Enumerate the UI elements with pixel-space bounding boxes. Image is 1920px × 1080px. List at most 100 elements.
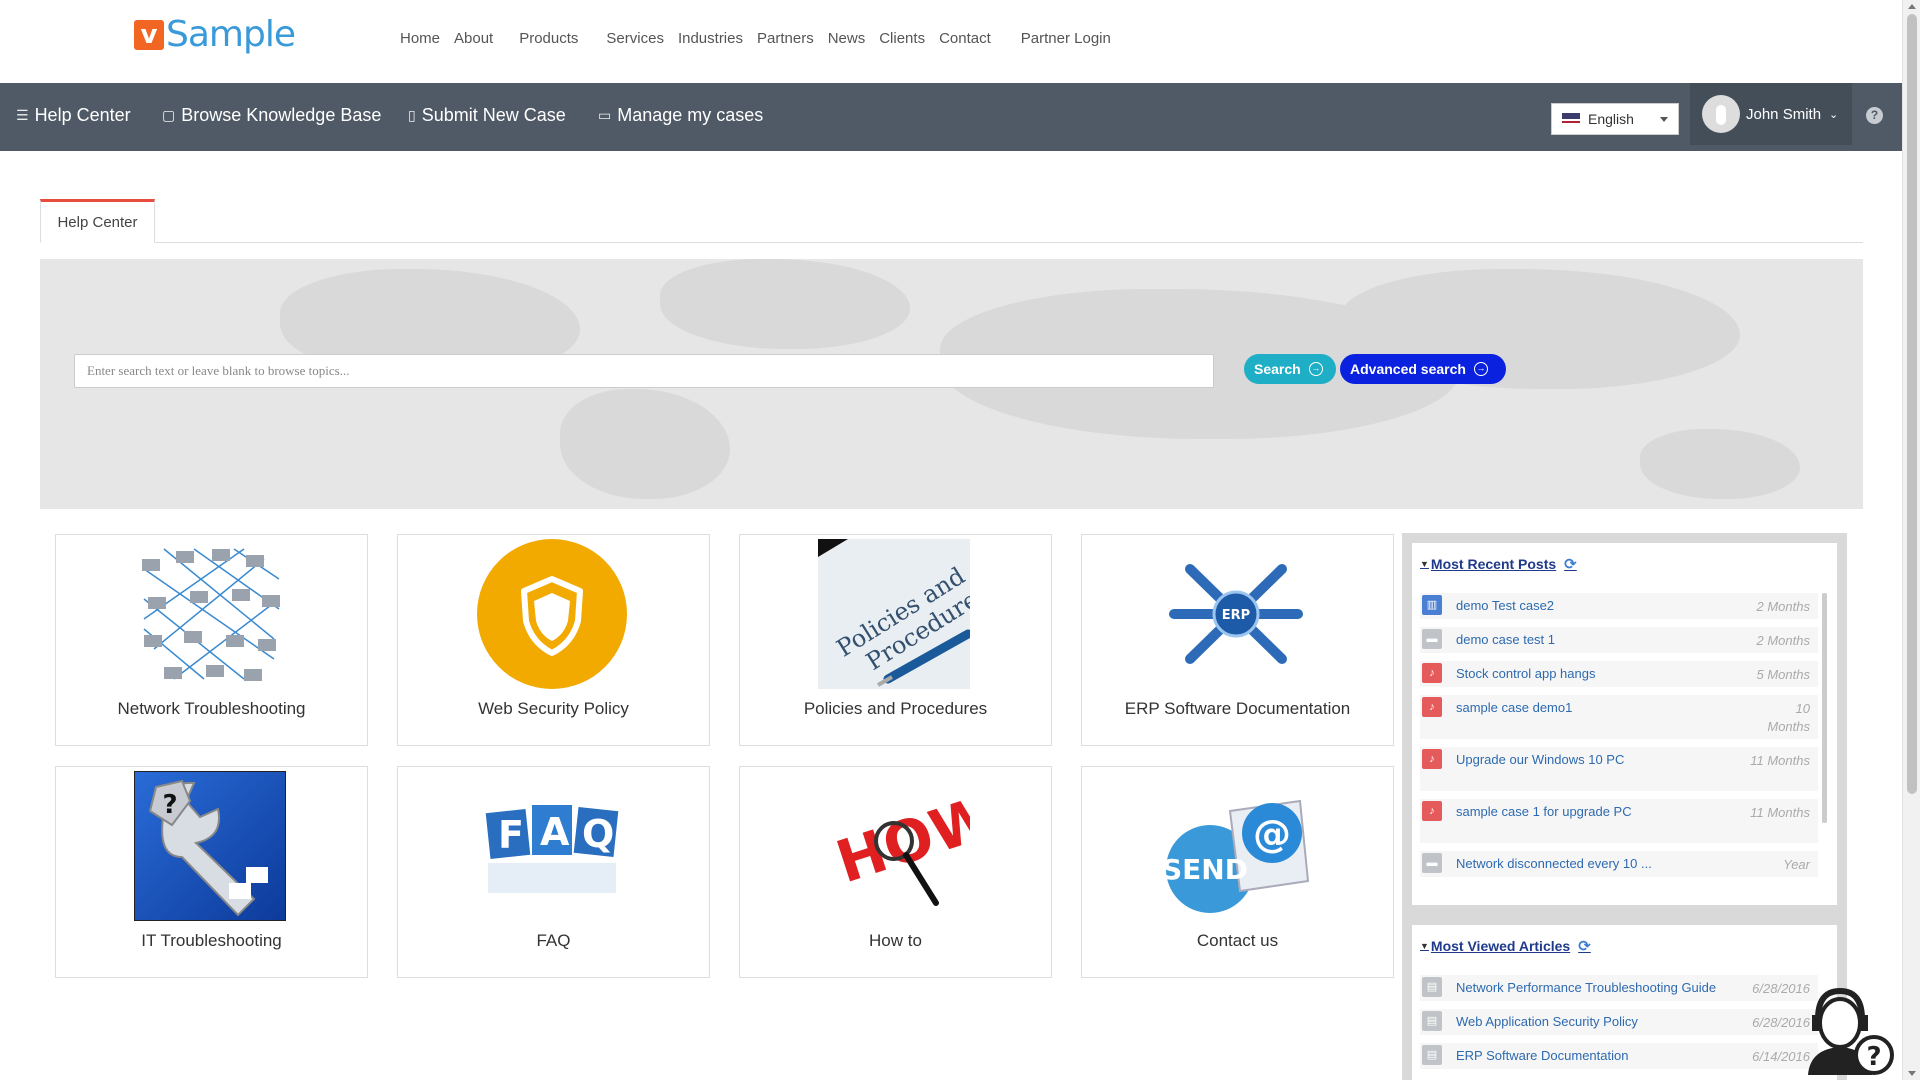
category-label: FAQ (536, 931, 571, 950)
manage-cases-link[interactable]: ▭ Manage my cases (598, 105, 763, 126)
category-card-contact[interactable]: @ SEND Contact us (1081, 766, 1394, 978)
category-label: IT Troubleshooting (141, 931, 282, 950)
list-item[interactable]: ♪ Upgrade our Windows 10 PC 11 Months (1420, 747, 1818, 791)
scroll-up-arrow[interactable] (1908, 4, 1916, 9)
language-select[interactable]: English (1551, 103, 1679, 135)
browse-kb-link[interactable]: ▢ Browse Knowledge Base (162, 105, 381, 126)
post-age: 11 Months (1750, 753, 1810, 768)
list-item[interactable]: ▤ ERP Software Documentation 6/14/2016 (1420, 1043, 1818, 1069)
category-card-howto[interactable]: HOW How to (739, 766, 1052, 978)
user-menu[interactable]: John Smith ⌄ (1690, 83, 1852, 145)
category-label: Network Troubleshooting (117, 699, 306, 718)
document-icon: ▤ (1422, 1045, 1442, 1065)
nav-home[interactable]: Home (400, 30, 440, 47)
post-title: demo Test case2 (1456, 598, 1555, 613)
viewed-articles-title[interactable]: ▼ Most Viewed Articles ⟳ (1420, 937, 1591, 955)
wrench-icon: ? (134, 771, 286, 921)
list-item[interactable]: ▬ demo case test 1 2 Months (1420, 627, 1818, 653)
article-title: Web Application Security Policy (1456, 1014, 1638, 1029)
list-item[interactable]: ▤ Network Performance Troubleshooting Gu… (1420, 975, 1818, 1001)
magnifier-icon: HOW (828, 782, 970, 906)
category-card-faq[interactable]: FAQ FAQ (397, 766, 710, 978)
collapse-icon: ▼ (1420, 941, 1429, 951)
scroll-thumb[interactable] (1907, 14, 1917, 794)
article-date: 6/14/2016 (1752, 1049, 1810, 1064)
category-label: Policies and Procedures (803, 699, 988, 718)
svg-text:HOW: HOW (828, 782, 970, 897)
support-agent-icon[interactable]: ? (1800, 975, 1900, 1075)
submit-case-label: Submit New Case (421, 105, 566, 125)
svg-text:F: F (498, 813, 524, 857)
help-center-link[interactable]: ☰ Help Center (16, 105, 131, 126)
category-card-policies[interactable]: Policies and Procedures Policies and Pro… (739, 534, 1052, 746)
support-badge: ? (1866, 1042, 1881, 1072)
scroll-down-arrow[interactable] (1908, 1071, 1916, 1076)
viewed-articles-panel: ▼ Most Viewed Articles ⟳ ▤ Network Perfo… (1412, 925, 1837, 1080)
svg-text:@: @ (1253, 812, 1291, 856)
post-age: 2 Months (1756, 633, 1810, 648)
recent-posts-panel: ▼ Most Recent Posts ⟳ ▥ demo Test case2 … (1412, 543, 1837, 905)
nav-services[interactable]: Services (606, 30, 664, 47)
submit-case-link[interactable]: ▯ Submit New Case (408, 105, 566, 126)
list-item[interactable]: ♪ sample case demo1 10 Months (1420, 695, 1818, 739)
nav-about[interactable]: About (454, 30, 493, 47)
list-item[interactable]: ♪ Stock control app hangs 5 Months (1420, 661, 1818, 687)
panel-scrollbar[interactable] (1822, 593, 1827, 823)
category-card-erp[interactable]: ERP ERP Software Documentation (1081, 534, 1394, 746)
article-title: Network Performance Troubleshooting Guid… (1456, 980, 1717, 995)
nav-industries[interactable]: Industries (678, 30, 743, 47)
arrow-right-icon: → (1473, 362, 1488, 376)
category-label: ERP Software Documentation (1124, 699, 1351, 718)
list-item[interactable]: ▬ Network disconnected every 10 ... Year (1420, 851, 1818, 877)
map-shape (1640, 429, 1800, 499)
category-card-web-security[interactable]: Web Security Policy (397, 534, 710, 746)
arrow-right-icon: → (1308, 362, 1323, 376)
category-card-network[interactable]: Network Troubleshooting (55, 534, 368, 746)
refresh-icon[interactable]: ⟳ (1564, 555, 1577, 573)
book-icon: ▢ (162, 107, 176, 123)
category-label: Contact us (1196, 931, 1279, 950)
search-hero: Search → Advanced search → (40, 259, 1863, 509)
nav-partners[interactable]: Partners (757, 30, 814, 47)
nav-contact[interactable]: Contact (939, 30, 991, 47)
list-item[interactable]: ♪ sample case 1 for upgrade PC 11 Months (1420, 799, 1818, 843)
svg-text:?: ? (162, 790, 177, 820)
post-age: 2 Months (1756, 599, 1810, 614)
svg-text:A: A (540, 810, 570, 854)
shield-icon (477, 539, 627, 689)
nav-products[interactable]: Products (519, 30, 578, 47)
post-title: sample case demo1 (1456, 700, 1573, 715)
page-scrollbar[interactable] (1902, 0, 1920, 1080)
search-input[interactable] (74, 354, 1214, 388)
list-item[interactable]: ▥ demo Test case2 2 Months (1420, 593, 1818, 619)
advanced-search-button[interactable]: Advanced search → (1340, 354, 1506, 384)
bell-icon: ♪ (1422, 697, 1442, 717)
question-icon[interactable]: ? (1866, 107, 1883, 124)
nav-partner-login[interactable]: Partner Login (1021, 30, 1111, 47)
post-age: 5 Months (1756, 667, 1810, 682)
bell-icon: ♪ (1422, 663, 1442, 683)
logo[interactable]: v Sample (134, 14, 296, 55)
nav-clients[interactable]: Clients (879, 30, 925, 47)
document-pen-icon: Policies and Procedures (818, 539, 970, 689)
category-card-it[interactable]: ? IT Troubleshooting (55, 766, 368, 978)
site-header: v Sample Home About Products Services In… (0, 0, 1902, 83)
browse-kb-label: Browse Knowledge Base (181, 105, 382, 125)
nav-news[interactable]: News (828, 30, 866, 47)
faq-blocks-icon: FAQ (485, 805, 619, 893)
recent-posts-title[interactable]: ▼ Most Recent Posts ⟳ (1420, 555, 1577, 573)
search-button[interactable]: Search → (1244, 354, 1336, 384)
refresh-icon[interactable]: ⟳ (1578, 937, 1591, 955)
tab-help-center[interactable]: Help Center (40, 199, 155, 243)
document-icon: ▤ (1422, 1011, 1442, 1031)
collapse-icon: ▼ (1420, 559, 1429, 569)
email-send-icon: @ SEND (1162, 799, 1310, 913)
svg-text:ERP: ERP (1222, 608, 1250, 623)
sidebar-widgets: ▼ Most Recent Posts ⟳ ▥ demo Test case2 … (1402, 533, 1847, 1080)
list-item[interactable]: ▤ Web Application Security Policy 6/28/2… (1420, 1009, 1818, 1035)
recent-posts-heading: Most Recent Posts (1430, 556, 1557, 572)
category-label: How to (869, 931, 922, 950)
language-value: English (1588, 111, 1634, 127)
svg-text:SEND: SEND (1162, 853, 1248, 886)
viewed-articles-heading: Most Viewed Articles (1430, 938, 1571, 954)
